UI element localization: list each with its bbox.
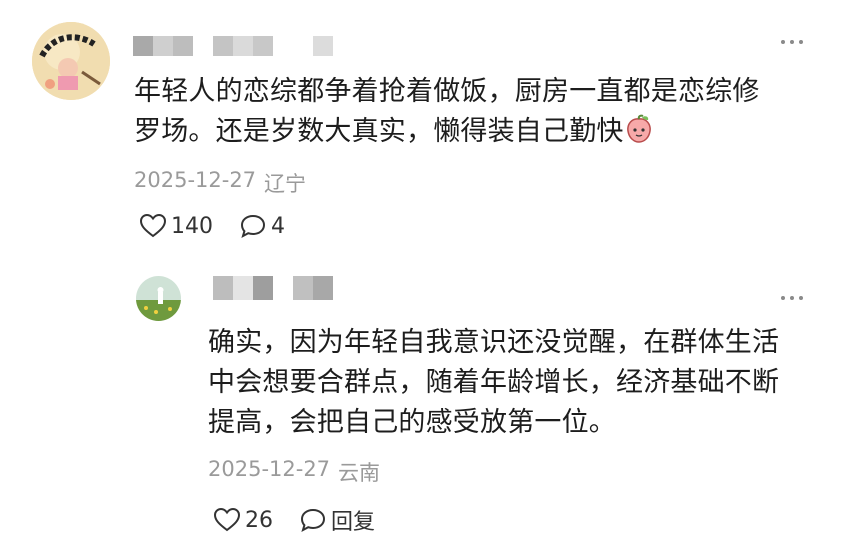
comment-text: 确实，因为年轻自我意识还没觉醒，在群体生活 中会想要合群点，随着年龄增长，经济基…: [208, 323, 828, 443]
comment-meta: 2025-12-27 云南: [208, 457, 380, 487]
reply-count: 4: [271, 213, 285, 239]
comment-bubble-icon: [300, 508, 326, 533]
avatar[interactable]: [32, 22, 110, 100]
comment-text-line: 罗场。还是岁数大真实，懒得装自己勤快: [134, 112, 834, 152]
more-options-icon[interactable]: [781, 293, 803, 303]
comment-bubble-icon: [240, 214, 266, 239]
heart-icon: [139, 213, 167, 238]
peach-face-emoji: [626, 114, 651, 143]
comment-text-line: 中会想要合群点，随着年龄增长，经济基础不断: [208, 367, 780, 398]
comment-text-line: 年轻人的恋综都争着抢着做饭，厨房一直都是恋综修: [134, 76, 760, 107]
username-redacted[interactable]: [133, 36, 333, 56]
comment-actions: 140 4: [139, 213, 311, 239]
comment-date: 2025-12-27: [134, 168, 257, 192]
heart-icon: [213, 507, 241, 532]
reply-label: 回复: [331, 510, 376, 535]
comment-location: 云南: [338, 461, 381, 485]
comment-text: 年轻人的恋综都争着抢着做饭，厨房一直都是恋综修 罗场。还是岁数大真实，懒得装自己…: [134, 72, 834, 152]
comment-text-line: 提高，会把自己的感受放第一位。: [208, 407, 616, 438]
reply-item: 确实，因为年轻自我意识还没觉醒，在群体生活 中会想要合群点，随着年龄增长，经济基…: [0, 260, 856, 554]
like-count: 140: [171, 213, 213, 239]
like-button[interactable]: 140: [139, 213, 213, 239]
comment-item: 年轻人的恋综都争着抢着做饭，厨房一直都是恋综修 罗场。还是岁数大真实，懒得装自己…: [0, 0, 856, 260]
comment-text-line: 确实，因为年轻自我意识还没觉醒，在群体生活: [208, 327, 780, 358]
like-button[interactable]: 26: [213, 507, 273, 533]
reply-button[interactable]: 回复: [299, 504, 375, 536]
comment-date: 2025-12-27: [208, 457, 331, 481]
more-options-icon[interactable]: [781, 37, 803, 47]
username-redacted[interactable]: [213, 276, 333, 300]
comment-location: 辽宁: [264, 172, 307, 196]
reply-count-button[interactable]: 4: [239, 213, 285, 239]
like-count: 26: [245, 507, 273, 533]
comment-actions: 26 回复: [213, 504, 401, 536]
avatar[interactable]: [136, 276, 181, 321]
comment-meta: 2025-12-27 辽宁: [134, 168, 306, 198]
